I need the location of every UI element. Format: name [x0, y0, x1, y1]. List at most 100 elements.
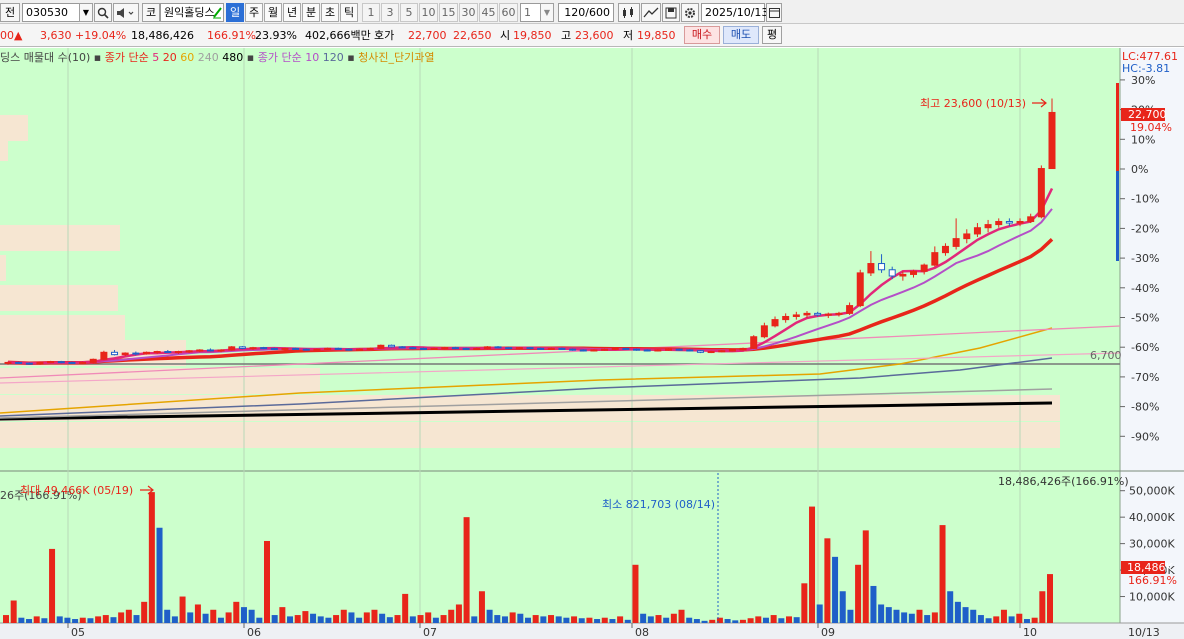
candle-body: [910, 270, 918, 275]
volume-bar: [632, 564, 639, 623]
candle-body: [590, 349, 598, 352]
legend-ma10: 10: [305, 51, 320, 64]
month-label: 07: [423, 626, 437, 639]
volume-bar: [594, 619, 601, 623]
timeframe-year[interactable]: 년: [283, 3, 301, 22]
prev-price-fragment: 00: [0, 29, 14, 42]
legend-separator-icon: ▪: [93, 51, 102, 64]
price-volume-chart[interactable]: 30%20%10%0%-10%-20%-30%-40%-50%-60%-70%-…: [0, 48, 1184, 639]
candle-body: [25, 362, 33, 365]
interval-45[interactable]: 45: [479, 3, 498, 22]
volume-bar: [95, 616, 102, 623]
volume-bar: [156, 527, 163, 623]
interval-10[interactable]: 10: [419, 3, 438, 22]
cursor-date-label: 10/13: [1128, 626, 1160, 639]
volume-bar: [317, 616, 324, 623]
interval-5[interactable]: 5: [400, 3, 418, 22]
legend-volume-profile[interactable]: 딩스 매물대 수(10): [0, 51, 90, 64]
candle-body: [1037, 168, 1045, 218]
stock-name-dropdown-icon[interactable]: [212, 5, 222, 19]
volume-bar: [455, 604, 462, 623]
count-value[interactable]: 120: [564, 6, 585, 19]
volume-bar: [970, 609, 977, 623]
volume-bar: [548, 615, 555, 623]
volume-bar: [678, 609, 685, 623]
candle-body: [1027, 216, 1035, 222]
legend-overheat-indicator[interactable]: 청사진_단기과열: [358, 51, 434, 64]
timeframe-day[interactable]: 일: [226, 3, 244, 22]
stock-code-dropdown-icon[interactable]: ▼: [79, 3, 93, 22]
interval-60[interactable]: 60: [499, 3, 518, 22]
save-icon[interactable]: [662, 3, 680, 22]
volume-bar: [248, 609, 255, 623]
interval-dropdown-icon[interactable]: ▼: [540, 3, 554, 22]
volume-bar: [379, 613, 386, 623]
timeframe-tick[interactable]: 틱: [340, 3, 358, 22]
volume-bar: [1008, 616, 1015, 623]
candle-body: [185, 350, 193, 353]
candle-body: [569, 348, 577, 351]
volume-bar: [832, 556, 839, 623]
buy-button[interactable]: 매수: [684, 26, 720, 44]
price-tick-label: -20%: [1131, 222, 1159, 235]
volume-bar: [571, 616, 578, 623]
candle-body: [718, 350, 726, 353]
volume-bar: [993, 616, 1000, 623]
interval-1[interactable]: 1: [362, 3, 380, 22]
candle-body: [249, 347, 257, 350]
legend-ma-group1[interactable]: 종가 단순: [105, 51, 149, 64]
candle-body: [515, 347, 523, 350]
volume-bar: [348, 612, 355, 623]
volume-bar: [402, 593, 409, 623]
volume-bar: [256, 617, 263, 623]
volume-bar: [310, 613, 317, 623]
date-input[interactable]: 2025/10/13: [701, 3, 768, 22]
mode-button[interactable]: 전: [0, 3, 20, 22]
sound-icon[interactable]: [113, 3, 139, 22]
chart-background: [0, 48, 1120, 623]
timeframe-minute[interactable]: 분: [302, 3, 320, 22]
volume-bar: [409, 616, 416, 623]
candle-body: [217, 349, 225, 352]
volume-bar: [49, 548, 56, 623]
interval-15[interactable]: 15: [439, 3, 458, 22]
interval-30[interactable]: 30: [459, 3, 478, 22]
draw-tool-icon[interactable]: [641, 3, 661, 22]
volume-bar: [102, 615, 109, 623]
candle-body: [558, 347, 566, 350]
candle-body: [473, 347, 481, 350]
volume-bar: [824, 538, 831, 623]
volume-profile-bar: [0, 135, 8, 161]
sell-button[interactable]: 매도: [723, 26, 759, 44]
prev-price: 00▲: [0, 28, 22, 44]
volume-bar: [954, 601, 961, 623]
change-arrow: ▲: [14, 29, 23, 42]
count-field[interactable]: 120/600: [558, 3, 614, 22]
timeframe-month[interactable]: 월: [264, 3, 282, 22]
candle-body: [228, 346, 236, 351]
timeframe-second[interactable]: 초: [321, 3, 339, 22]
candle-body: [196, 349, 204, 352]
gear-icon[interactable]: [681, 3, 699, 22]
candle-body: [260, 347, 268, 350]
interval-3[interactable]: 3: [381, 3, 399, 22]
candle-body: [537, 347, 545, 350]
legend-ma-group2[interactable]: 종가 단순: [258, 51, 302, 64]
search-icon[interactable]: [94, 3, 112, 22]
volume-bar: [893, 609, 900, 623]
candle-body: [68, 361, 76, 364]
timeframe-week[interactable]: 주: [245, 3, 263, 22]
calendar-icon[interactable]: [766, 3, 782, 22]
candle-body: [494, 346, 502, 349]
candle-body: [281, 347, 289, 350]
volume-bar: [33, 616, 40, 623]
candle-type-icon[interactable]: [618, 3, 640, 22]
market-button[interactable]: 코: [142, 3, 160, 22]
flat-button[interactable]: 평: [762, 26, 782, 44]
price-tick-label: -90%: [1131, 430, 1159, 443]
volume-bar: [10, 600, 17, 623]
candle-body: [174, 351, 182, 354]
volume-bar: [578, 618, 585, 623]
volume-bar: [386, 617, 393, 623]
volume-bar: [847, 609, 854, 623]
